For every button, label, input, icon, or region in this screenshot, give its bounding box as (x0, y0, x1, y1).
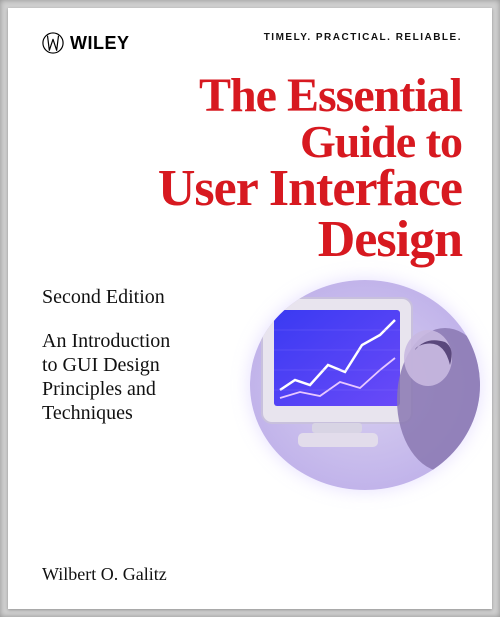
subtitle-line: An Introduction (42, 329, 242, 353)
art-column (256, 280, 462, 490)
publisher-tagline: TIMELY. PRACTICAL. RELIABLE. (264, 32, 462, 43)
title-line: Design (42, 215, 462, 266)
subtitle-line: Principles and (42, 377, 242, 401)
title-line: User Interface (42, 164, 462, 215)
mid-section: Second Edition An Introduction to GUI De… (42, 280, 462, 490)
image-frame: WILEY TIMELY. PRACTICAL. RELIABLE. The E… (0, 0, 500, 617)
title-line: Guide to (42, 119, 462, 164)
cover-art-icon (250, 280, 480, 490)
book-title: The Essential Guide to User Interface De… (42, 72, 462, 266)
edition-label: Second Edition (42, 286, 242, 309)
publisher-block: WILEY (42, 32, 130, 54)
subtitle-line: to GUI Design (42, 353, 242, 377)
book-cover: WILEY TIMELY. PRACTICAL. RELIABLE. The E… (8, 8, 492, 609)
subtitle-line: Techniques (42, 401, 242, 425)
title-line: The Essential (42, 72, 462, 119)
book-subtitle: An Introduction to GUI Design Principles… (42, 329, 242, 425)
cover-header: WILEY TIMELY. PRACTICAL. RELIABLE. (42, 32, 462, 54)
publisher-name: WILEY (70, 33, 130, 54)
publisher-logo-icon (42, 32, 64, 54)
author-name: Wilbert O. Galitz (42, 564, 167, 585)
text-column: Second Edition An Introduction to GUI De… (42, 280, 242, 490)
